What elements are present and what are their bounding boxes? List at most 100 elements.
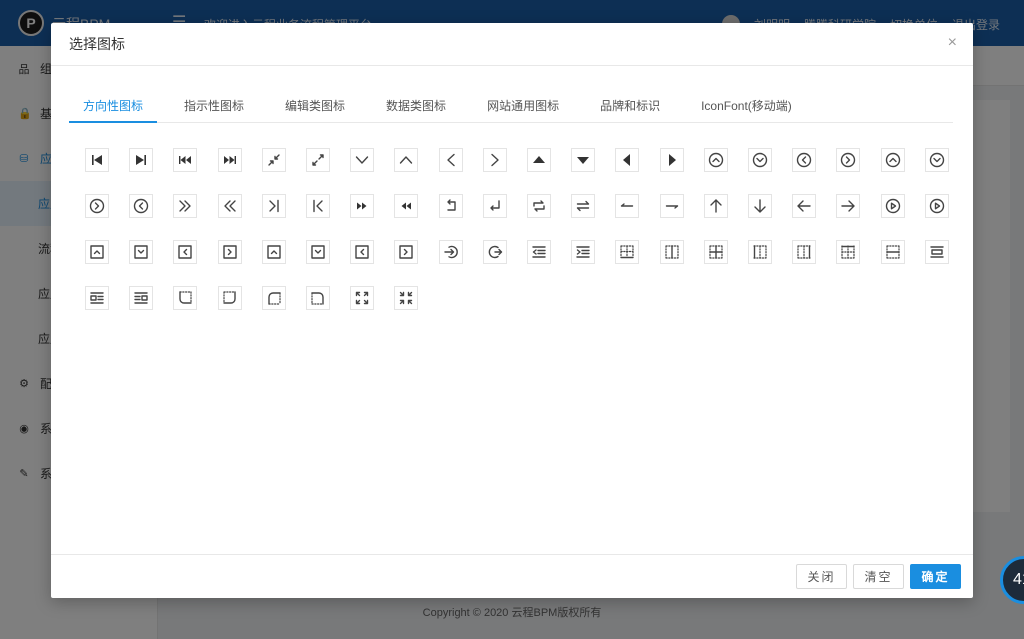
left-square-2-icon[interactable] (350, 240, 375, 264)
up-square-2-icon[interactable] (261, 240, 286, 264)
up-circle-2-icon[interactable] (880, 148, 905, 172)
border-left-icon[interactable] (748, 240, 772, 264)
fast-backward-icon[interactable] (173, 148, 198, 172)
fullscreen-icon-svg (355, 291, 369, 305)
play-circle-icon[interactable] (880, 194, 905, 218)
radius-upleft-icon[interactable] (261, 286, 286, 310)
retweet-icon[interactable] (527, 194, 551, 218)
caret-down-icon[interactable] (571, 148, 596, 172)
arrow-up-icon[interactable] (703, 194, 728, 218)
down-circle-icon-svg (752, 152, 768, 168)
border-right-icon[interactable] (792, 240, 817, 264)
border-inner-icon[interactable] (703, 240, 728, 264)
rollback-icon-svg (446, 199, 456, 211)
pic-center-icon[interactable] (924, 240, 949, 264)
backward-icon-svg (401, 202, 412, 210)
down-square-icon[interactable] (129, 240, 154, 264)
menu-unfold-icon[interactable] (571, 240, 596, 264)
login-icon[interactable] (438, 240, 463, 264)
right-square-2-icon[interactable] (394, 240, 419, 264)
left-circle-icon[interactable] (792, 148, 817, 172)
right-square-2-icon-svg (399, 245, 414, 259)
double-right-icon[interactable] (173, 194, 198, 218)
close-icon[interactable]: × (948, 35, 957, 51)
down-square-icon-svg (134, 245, 148, 259)
vertical-right-icon[interactable] (306, 194, 330, 218)
up-circle-icon[interactable] (703, 148, 728, 172)
logout-icon[interactable] (482, 240, 507, 264)
caret-up-icon-svg (533, 156, 545, 163)
step-forward-icon-svg (136, 155, 147, 165)
radius-bottomright-icon[interactable] (217, 286, 242, 310)
tab-0[interactable]: 方向性图标 (69, 96, 158, 123)
left-square-icon-svg (178, 245, 193, 259)
tab-6[interactable]: IconFont(移动端) (687, 96, 806, 123)
radius-bottomleft-icon[interactable] (173, 286, 198, 310)
swap-icon-svg (576, 200, 590, 212)
pic-left-icon[interactable] (85, 286, 109, 310)
down-circle-icon[interactable] (748, 148, 772, 172)
arrow-left-icon[interactable] (792, 194, 817, 218)
border-horizontal-icon[interactable] (659, 240, 684, 264)
backward-icon[interactable] (394, 194, 419, 218)
swap-left-icon[interactable] (615, 194, 640, 218)
right-circle-icon[interactable] (836, 148, 861, 172)
fast-forward-icon[interactable] (217, 148, 242, 172)
border-bottom-icon[interactable] (615, 240, 640, 264)
left-square-icon[interactable] (173, 240, 198, 264)
double-left-icon[interactable] (217, 194, 242, 218)
dialog-footer: 关闭 清空 确定 (51, 554, 973, 598)
forward-icon-svg (357, 202, 367, 210)
left-icon[interactable] (438, 148, 463, 172)
down-square-2-icon[interactable] (306, 240, 330, 264)
arrows-alt-icon[interactable] (306, 148, 330, 172)
shrink-icon[interactable] (261, 148, 286, 172)
tab-4[interactable]: 网站通用图标 (473, 96, 573, 123)
step-backward-icon[interactable] (85, 148, 109, 172)
tab-3[interactable]: 数据类图标 (372, 96, 460, 123)
close-button[interactable]: 关闭 (796, 564, 847, 589)
border-top-icon[interactable] (836, 240, 861, 264)
caret-up-icon[interactable] (527, 148, 551, 172)
down-icon[interactable] (350, 148, 375, 172)
right-icon[interactable] (482, 148, 507, 172)
tab-1[interactable]: 指示性图标 (170, 96, 258, 123)
arrow-down-icon[interactable] (748, 194, 772, 218)
rollback-icon[interactable] (438, 194, 463, 218)
menu-fold-icon[interactable] (527, 240, 551, 264)
arrow-right-icon[interactable] (836, 194, 861, 218)
caret-left-icon[interactable] (615, 148, 640, 172)
arrow-left-icon-svg (797, 200, 811, 212)
vertical-left-icon[interactable] (261, 194, 286, 218)
radius-upright-icon[interactable] (306, 286, 330, 310)
left-circle-2-icon[interactable] (129, 194, 154, 218)
up-square-icon[interactable] (85, 240, 109, 264)
caret-down-icon-svg (577, 157, 590, 164)
step-forward-icon[interactable] (129, 148, 154, 172)
caret-right-icon[interactable] (659, 148, 684, 172)
swap-left-icon-svg (621, 203, 634, 207)
down-circle-2-icon[interactable] (924, 148, 949, 172)
dialog-body: 方向性图标 指示性图标 编辑类图标 数据类图标 网站通用图标 品牌和标识 IconFont(… (51, 66, 973, 554)
swap-icon[interactable] (571, 194, 596, 218)
swap-right-icon[interactable] (659, 194, 684, 218)
play-circle-2-icon[interactable] (924, 194, 949, 218)
dialog-header: 选择图标 × (51, 23, 973, 66)
pic-right-icon[interactable] (129, 286, 154, 310)
enter-icon[interactable] (482, 194, 507, 218)
up-icon-svg (400, 156, 413, 164)
border-right-icon-svg (797, 245, 811, 259)
right-circle-2-icon[interactable] (85, 194, 109, 218)
fast-backward-icon-svg (179, 156, 192, 164)
confirm-button[interactable]: 确定 (910, 564, 961, 589)
fullscreen-exit-icon[interactable] (394, 286, 419, 310)
tab-2[interactable]: 编辑类图标 (271, 96, 359, 123)
tab-5[interactable]: 品牌和标识 (586, 96, 674, 123)
fullscreen-icon[interactable] (350, 286, 375, 310)
up-icon[interactable] (394, 148, 419, 172)
clear-button[interactable]: 清空 (853, 564, 904, 589)
right-square-icon[interactable] (217, 240, 242, 264)
radius-bottomleft-icon-svg (179, 291, 193, 304)
forward-icon[interactable] (350, 194, 375, 218)
border-verticle-icon[interactable] (880, 240, 905, 264)
